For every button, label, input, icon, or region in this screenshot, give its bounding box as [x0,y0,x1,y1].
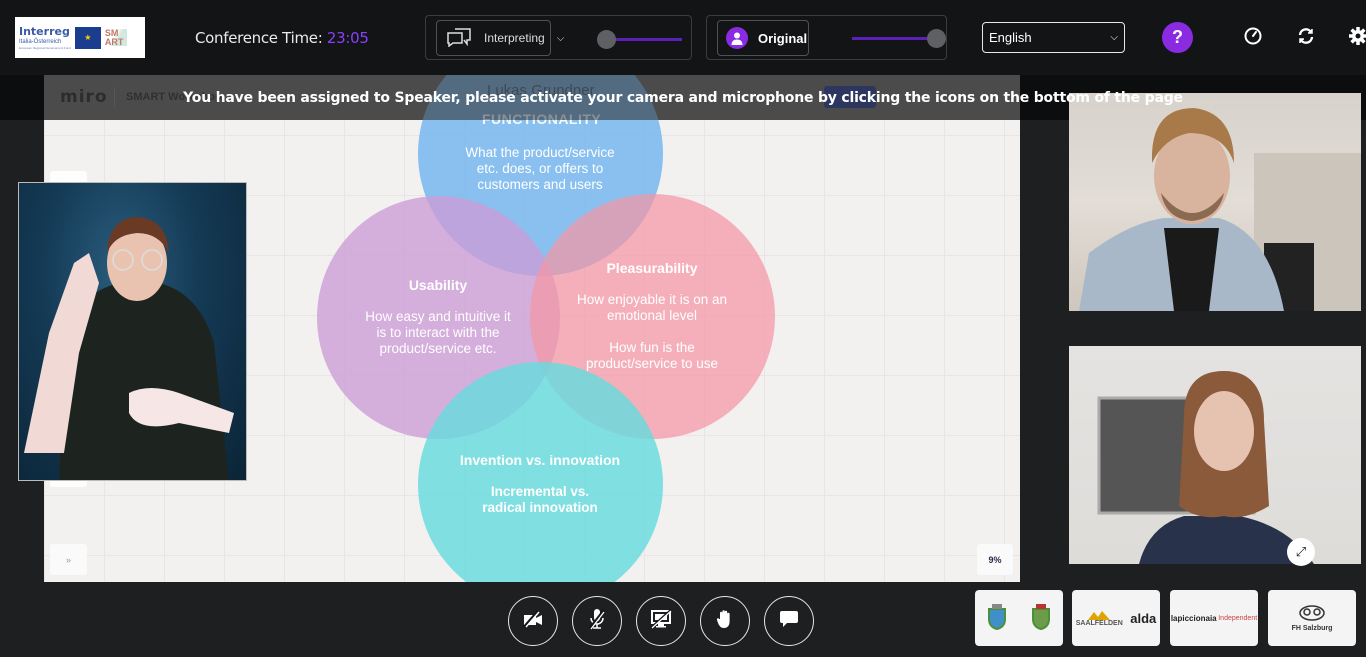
mountain-icon [1088,610,1111,620]
screen-share-off-icon [650,608,672,634]
conference-time-label: Conference Time: [195,29,323,47]
expand-icon: ⤢ [1295,544,1307,559]
functionality-body: What the product/service etc. does, or o… [465,145,615,192]
help-button[interactable]: ? [1162,22,1193,53]
eu-flag-icon: ★ [74,26,101,49]
user-icon [726,27,748,49]
original-volume-knob[interactable] [927,29,946,48]
expand-panel-button[interactable]: » [50,544,87,575]
usability-title: Usability [408,277,468,293]
sponsor-logo-saalfelden-alda: SAALFELDEN alda [1072,590,1160,646]
chevron-down-icon: ⌵ [1110,32,1118,43]
speedometer-icon[interactable] [1243,26,1263,46]
camera-off-icon [522,609,544,633]
microphone-off-icon [588,608,606,635]
innovation-text: Invention vs. innovation Incremental vs.… [440,452,640,516]
interpreting-volume-slider[interactable] [597,30,682,49]
zoom-level[interactable]: 9% [977,544,1013,575]
raise-hand-button[interactable] [700,596,750,646]
logo-project-text: SM ART [104,29,127,46]
notification-text: You have been assigned to Speaker, pleas… [183,90,1183,106]
video-participant-man[interactable] [1069,93,1361,311]
camera-toggle-button[interactable] [508,596,558,646]
hand-icon [716,609,734,634]
coat-of-arms-icon [1030,603,1052,633]
sponsor-logo-lapiccionaia-independent: lapiccionaia Independent [1170,590,1258,646]
coat-of-arms-icon [986,603,1008,633]
microphone-toggle-button[interactable] [572,596,622,646]
interpreting-label: Interpreting [484,31,545,45]
participant-silhouette [24,217,234,480]
owl-icon [1299,605,1325,621]
interpreting-chat-icon [446,27,472,50]
original-audio-button[interactable]: Original [717,20,809,56]
sponsor-logo-fh-salzburg: FH Salzburg [1268,590,1356,646]
help-icon: ? [1172,27,1183,47]
conference-time: Conference Time: 23:05 [195,29,369,47]
interreg-smart-logo: Interreg Italia-Österreich European Regi… [15,17,145,58]
top-bar: Interreg Italia-Österreich European Regi… [0,0,1366,75]
double-chevron-right-icon: » [65,554,71,565]
gear-icon[interactable] [1348,26,1366,46]
pleasurability-text: Pleasurability How enjoyable it is on an… [552,260,752,372]
logo-fund-text: European Regional Development Fund [19,45,71,50]
interpreting-select[interactable]: Interpreting ⌵ [436,20,564,56]
interpreting-audio-group: Interpreting ⌵ [425,15,692,60]
chat-button[interactable] [764,596,814,646]
original-label: Original [758,30,808,46]
conference-time-value: 23:05 [326,29,369,47]
screen-share-toggle-button[interactable] [636,596,686,646]
chat-icon [779,610,799,633]
logo-region-text: Italia-Österreich [19,38,62,45]
language-selected: English [989,30,1032,45]
zoom-level-value: 9% [988,554,1002,565]
original-volume-slider[interactable] [852,29,946,48]
refresh-icon[interactable] [1296,26,1316,46]
sponsor-logo-municipalities [975,590,1063,646]
interpreting-volume-knob[interactable] [597,30,616,49]
innovation-title: Invention vs. innovation [459,452,621,468]
usability-text: Usability How easy and intuitive it is t… [338,277,538,357]
logo-interreg-text: Interreg [19,24,70,38]
participant-silhouette [1097,371,1314,564]
video-sign-language-interpreter[interactable] [18,182,247,481]
original-audio-group: Original [706,15,947,60]
pleasurability-title: Pleasurability [606,260,698,276]
language-select[interactable]: English ⌵ [982,22,1125,53]
chevron-down-icon: ⌵ [556,32,565,44]
video-participant-woman[interactable] [1069,346,1361,564]
expand-video-button[interactable]: ⤢ [1287,538,1315,566]
participant-silhouette [1079,108,1361,311]
